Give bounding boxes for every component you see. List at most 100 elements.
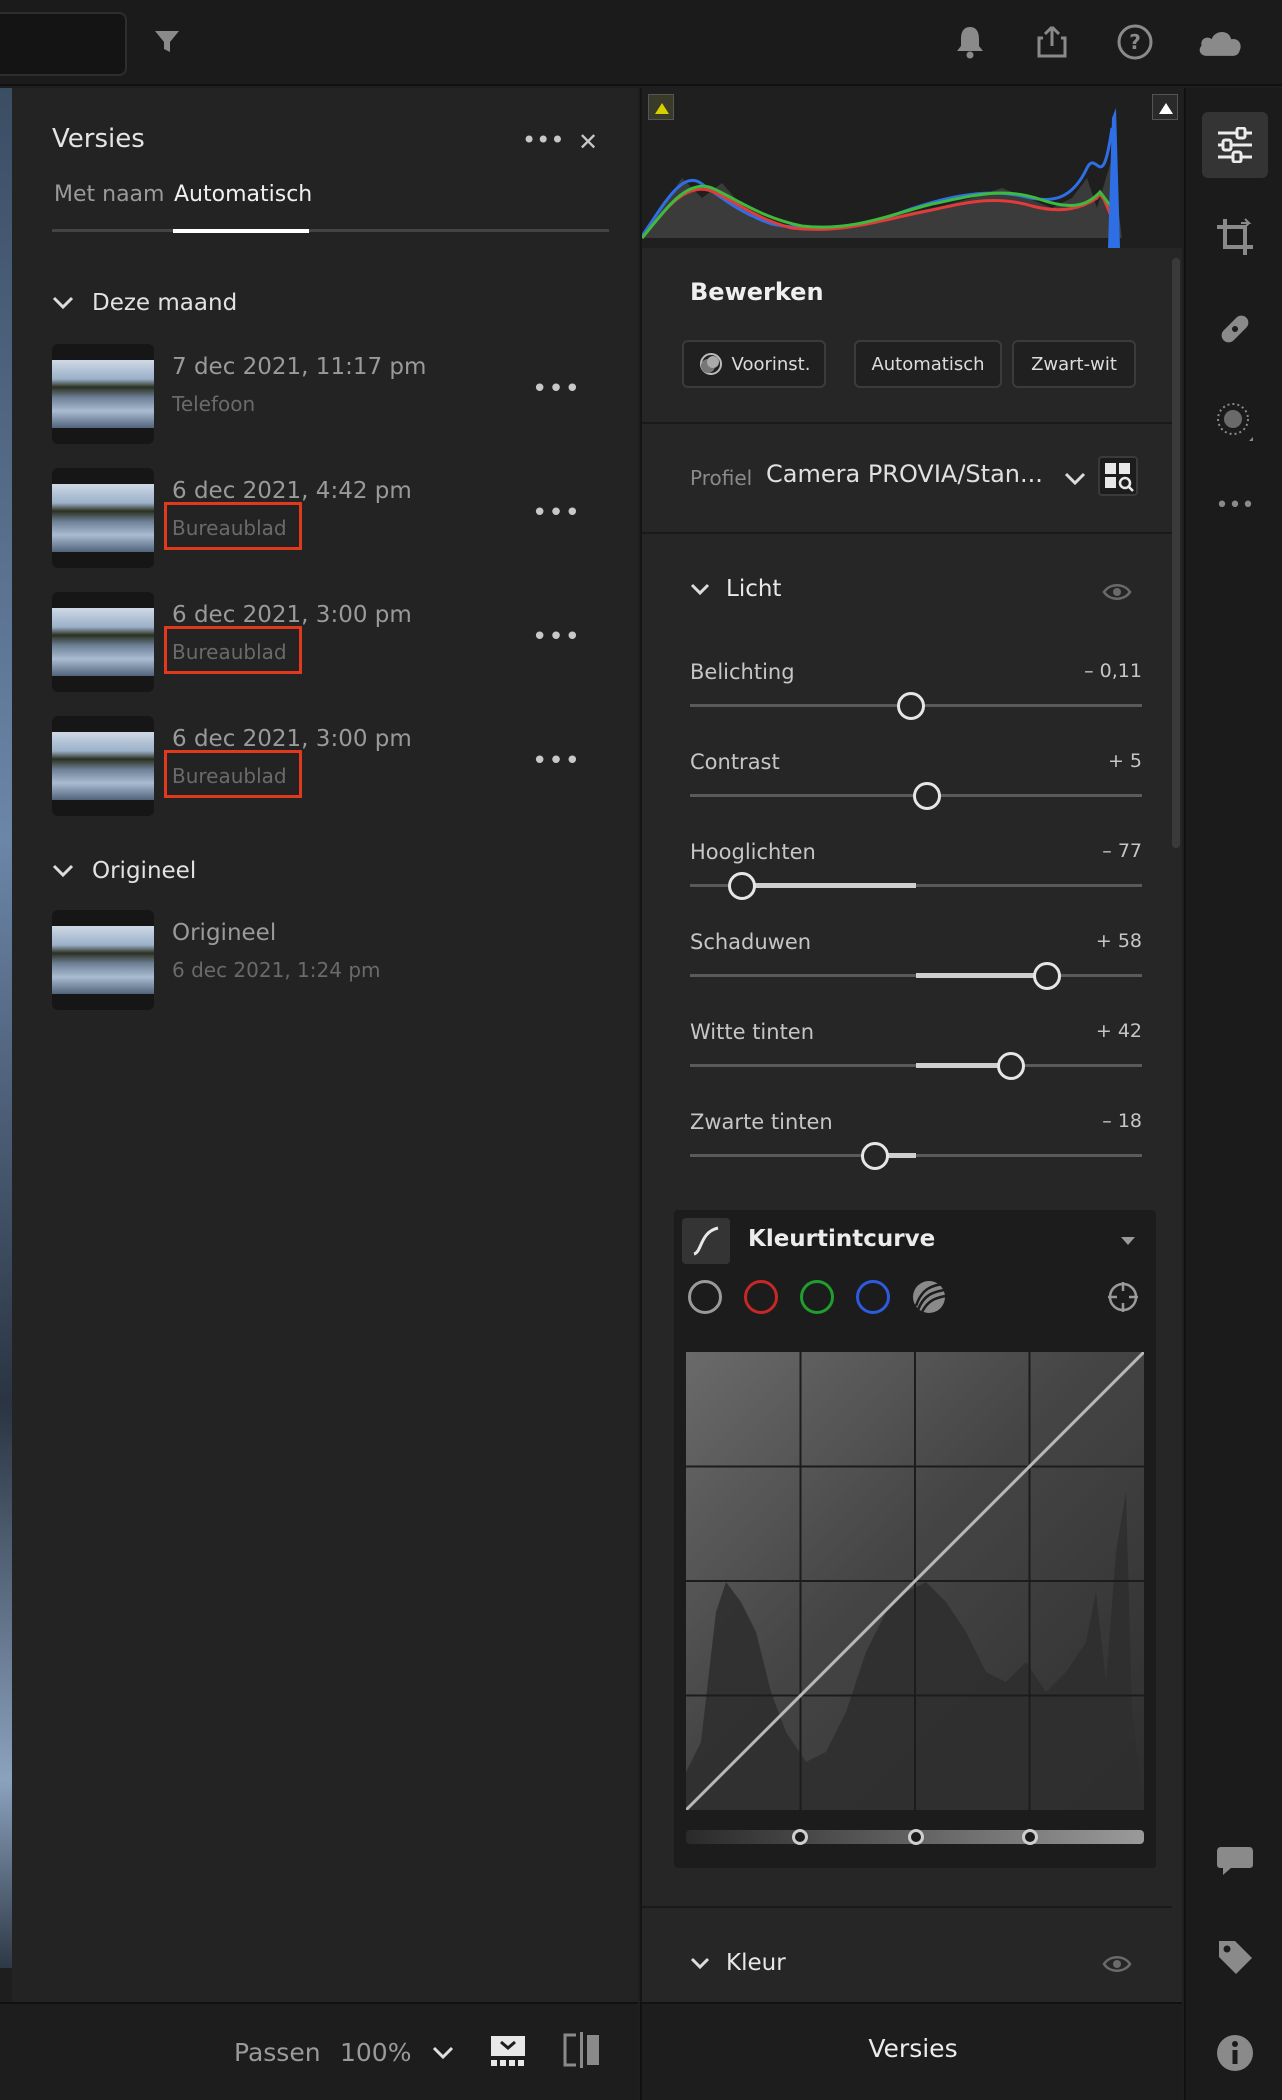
color-label: Kleur (726, 1950, 786, 1976)
slider-zwarte-tinten[interactable]: Zwarte tinten – 18 (690, 1110, 1142, 1170)
channel-red[interactable] (744, 1280, 778, 1314)
slider-label: Contrast (690, 750, 780, 774)
slider-value[interactable]: + 5 (1108, 750, 1142, 772)
version-thumbnail (52, 716, 154, 816)
slider-contrast[interactable]: Contrast + 5 (690, 750, 1142, 810)
slider-thumb[interactable] (913, 782, 942, 810)
channel-green[interactable] (800, 1280, 834, 1314)
slider-witte-tinten[interactable]: Witte tinten + 42 (690, 1020, 1142, 1080)
heal-icon[interactable] (1202, 296, 1268, 362)
tab-named[interactable]: Met naam (54, 182, 164, 207)
chevron-down-icon (690, 1957, 710, 1969)
highlight-box (164, 502, 302, 550)
version-date: Origineel (172, 920, 277, 946)
curve-midtone-split-handle[interactable] (908, 1829, 924, 1845)
version-item[interactable]: 6 dec 2021, 3:00 pm Bureaublad ••• (52, 716, 612, 816)
mask-icon[interactable] (1202, 388, 1268, 454)
slider-thumb[interactable] (996, 1052, 1025, 1080)
slider-thumb[interactable] (897, 692, 926, 720)
eye-icon[interactable] (1102, 582, 1132, 602)
group-original[interactable]: Origineel (52, 858, 196, 884)
tone-curve-panel: Kleurtintcurve (674, 1210, 1156, 1868)
tab-underline (52, 229, 609, 232)
slider-hooglichten[interactable]: Hooglichten – 77 (690, 840, 1142, 900)
version-date: 6 dec 2021, 3:00 pm (172, 602, 412, 628)
slider-track[interactable] (690, 1154, 1142, 1157)
profile-label: Profiel (690, 466, 753, 490)
share-icon[interactable] (1028, 18, 1076, 66)
version-item[interactable]: 6 dec 2021, 4:42 pm Bureaublad ••• (52, 468, 612, 568)
slider-value[interactable]: + 42 (1096, 1020, 1142, 1042)
version-thumbnail (52, 468, 154, 568)
divider (642, 422, 1172, 424)
crop-icon[interactable] (1202, 204, 1268, 270)
profile-dropdown[interactable]: Camera PROVIA/Stan... (766, 460, 1043, 488)
versions-title: Versies (52, 124, 145, 154)
version-item-original[interactable]: Origineel 6 dec 2021, 1:24 pm (52, 910, 612, 1010)
curve-shadow-split-handle[interactable] (792, 1829, 808, 1845)
zoom-level[interactable]: 100% (340, 2038, 411, 2067)
slider-schaduwen[interactable]: Schaduwen + 58 (690, 930, 1142, 990)
filmstrip-icon[interactable] (489, 2034, 527, 2068)
auto-button[interactable]: Automatisch (854, 340, 1002, 388)
version-more-button[interactable]: ••• (532, 748, 581, 774)
profile-grid-icon (1105, 463, 1134, 492)
parametric-curve-icon[interactable] (910, 1278, 948, 1316)
help-icon[interactable]: ? (1111, 18, 1159, 66)
eye-icon[interactable] (1102, 1954, 1132, 1974)
highlight-clipping-toggle[interactable] (1152, 94, 1178, 120)
slider-value[interactable]: – 77 (1102, 840, 1142, 862)
channel-blue[interactable] (856, 1280, 890, 1314)
highlight-box (164, 626, 302, 674)
chevron-down-icon (52, 296, 74, 310)
compare-icon[interactable] (562, 2032, 602, 2068)
slider-thumb[interactable] (727, 872, 756, 900)
edit-sliders-icon[interactable] (1202, 112, 1268, 178)
search-field[interactable] (0, 12, 127, 76)
profile-browser-button[interactable] (1098, 456, 1138, 496)
version-item[interactable]: 7 dec 2021, 11:17 pm Telefoon ••• (52, 344, 612, 444)
chevron-down-icon[interactable] (432, 2046, 454, 2060)
fit-button[interactable]: Passen (234, 2038, 321, 2067)
version-item[interactable]: 6 dec 2021, 3:00 pm Bureaublad ••• (52, 592, 612, 692)
color-section-header[interactable]: Kleur (690, 1950, 786, 1976)
black-white-button[interactable]: Zwart-wit (1012, 340, 1136, 388)
slider-value[interactable]: – 18 (1102, 1110, 1142, 1132)
slider-belichting[interactable]: Belichting – 0,11 (690, 660, 1142, 720)
bell-icon[interactable] (946, 18, 994, 66)
version-more-button[interactable]: ••• (532, 500, 581, 526)
tag-icon[interactable] (1202, 1924, 1268, 1990)
versions-more-button[interactable]: ••• (522, 126, 564, 154)
group-this-month[interactable]: Deze maand (52, 290, 237, 316)
versions-footer-button[interactable]: Versies (642, 2034, 1184, 2063)
shadow-clipping-toggle[interactable] (648, 94, 674, 120)
target-adjust-icon[interactable] (1106, 1280, 1140, 1314)
slider-thumb[interactable] (861, 1142, 890, 1170)
tone-curve-graph[interactable] (684, 1350, 1146, 1812)
filter-icon[interactable] (143, 18, 191, 66)
info-icon[interactable] (1202, 2020, 1268, 2086)
chevron-down-icon[interactable] (1064, 472, 1086, 486)
version-more-button[interactable]: ••• (532, 624, 581, 650)
slider-value[interactable]: – 0,11 (1084, 660, 1142, 682)
light-section-header[interactable]: Licht (690, 576, 781, 602)
bottom-toolbar: Passen 100% (0, 2002, 638, 2100)
panel-footer: Versies (640, 2002, 1182, 2100)
caret-down-icon[interactable] (1120, 1236, 1136, 1246)
cloud-icon[interactable] (1196, 18, 1244, 66)
highlight-box (164, 750, 302, 798)
channel-rgb[interactable] (688, 1280, 722, 1314)
presets-button[interactable]: Voorinst. (682, 340, 826, 388)
tab-automatic[interactable]: Automatisch (174, 182, 312, 207)
tab-active-indicator (173, 229, 309, 233)
comment-icon[interactable] (1202, 1828, 1268, 1894)
curve-highlight-split-handle[interactable] (1022, 1829, 1038, 1845)
more-icon[interactable]: ••• (1202, 472, 1268, 538)
curve-mode-button[interactable] (682, 1218, 730, 1264)
version-more-button[interactable]: ••• (532, 376, 581, 402)
slider-value[interactable]: + 58 (1096, 930, 1142, 952)
version-source: 6 dec 2021, 1:24 pm (172, 958, 381, 982)
edit-panel-scrollbar[interactable] (1172, 258, 1180, 848)
slider-thumb[interactable] (1033, 962, 1062, 990)
close-icon[interactable]: ✕ (578, 128, 598, 156)
